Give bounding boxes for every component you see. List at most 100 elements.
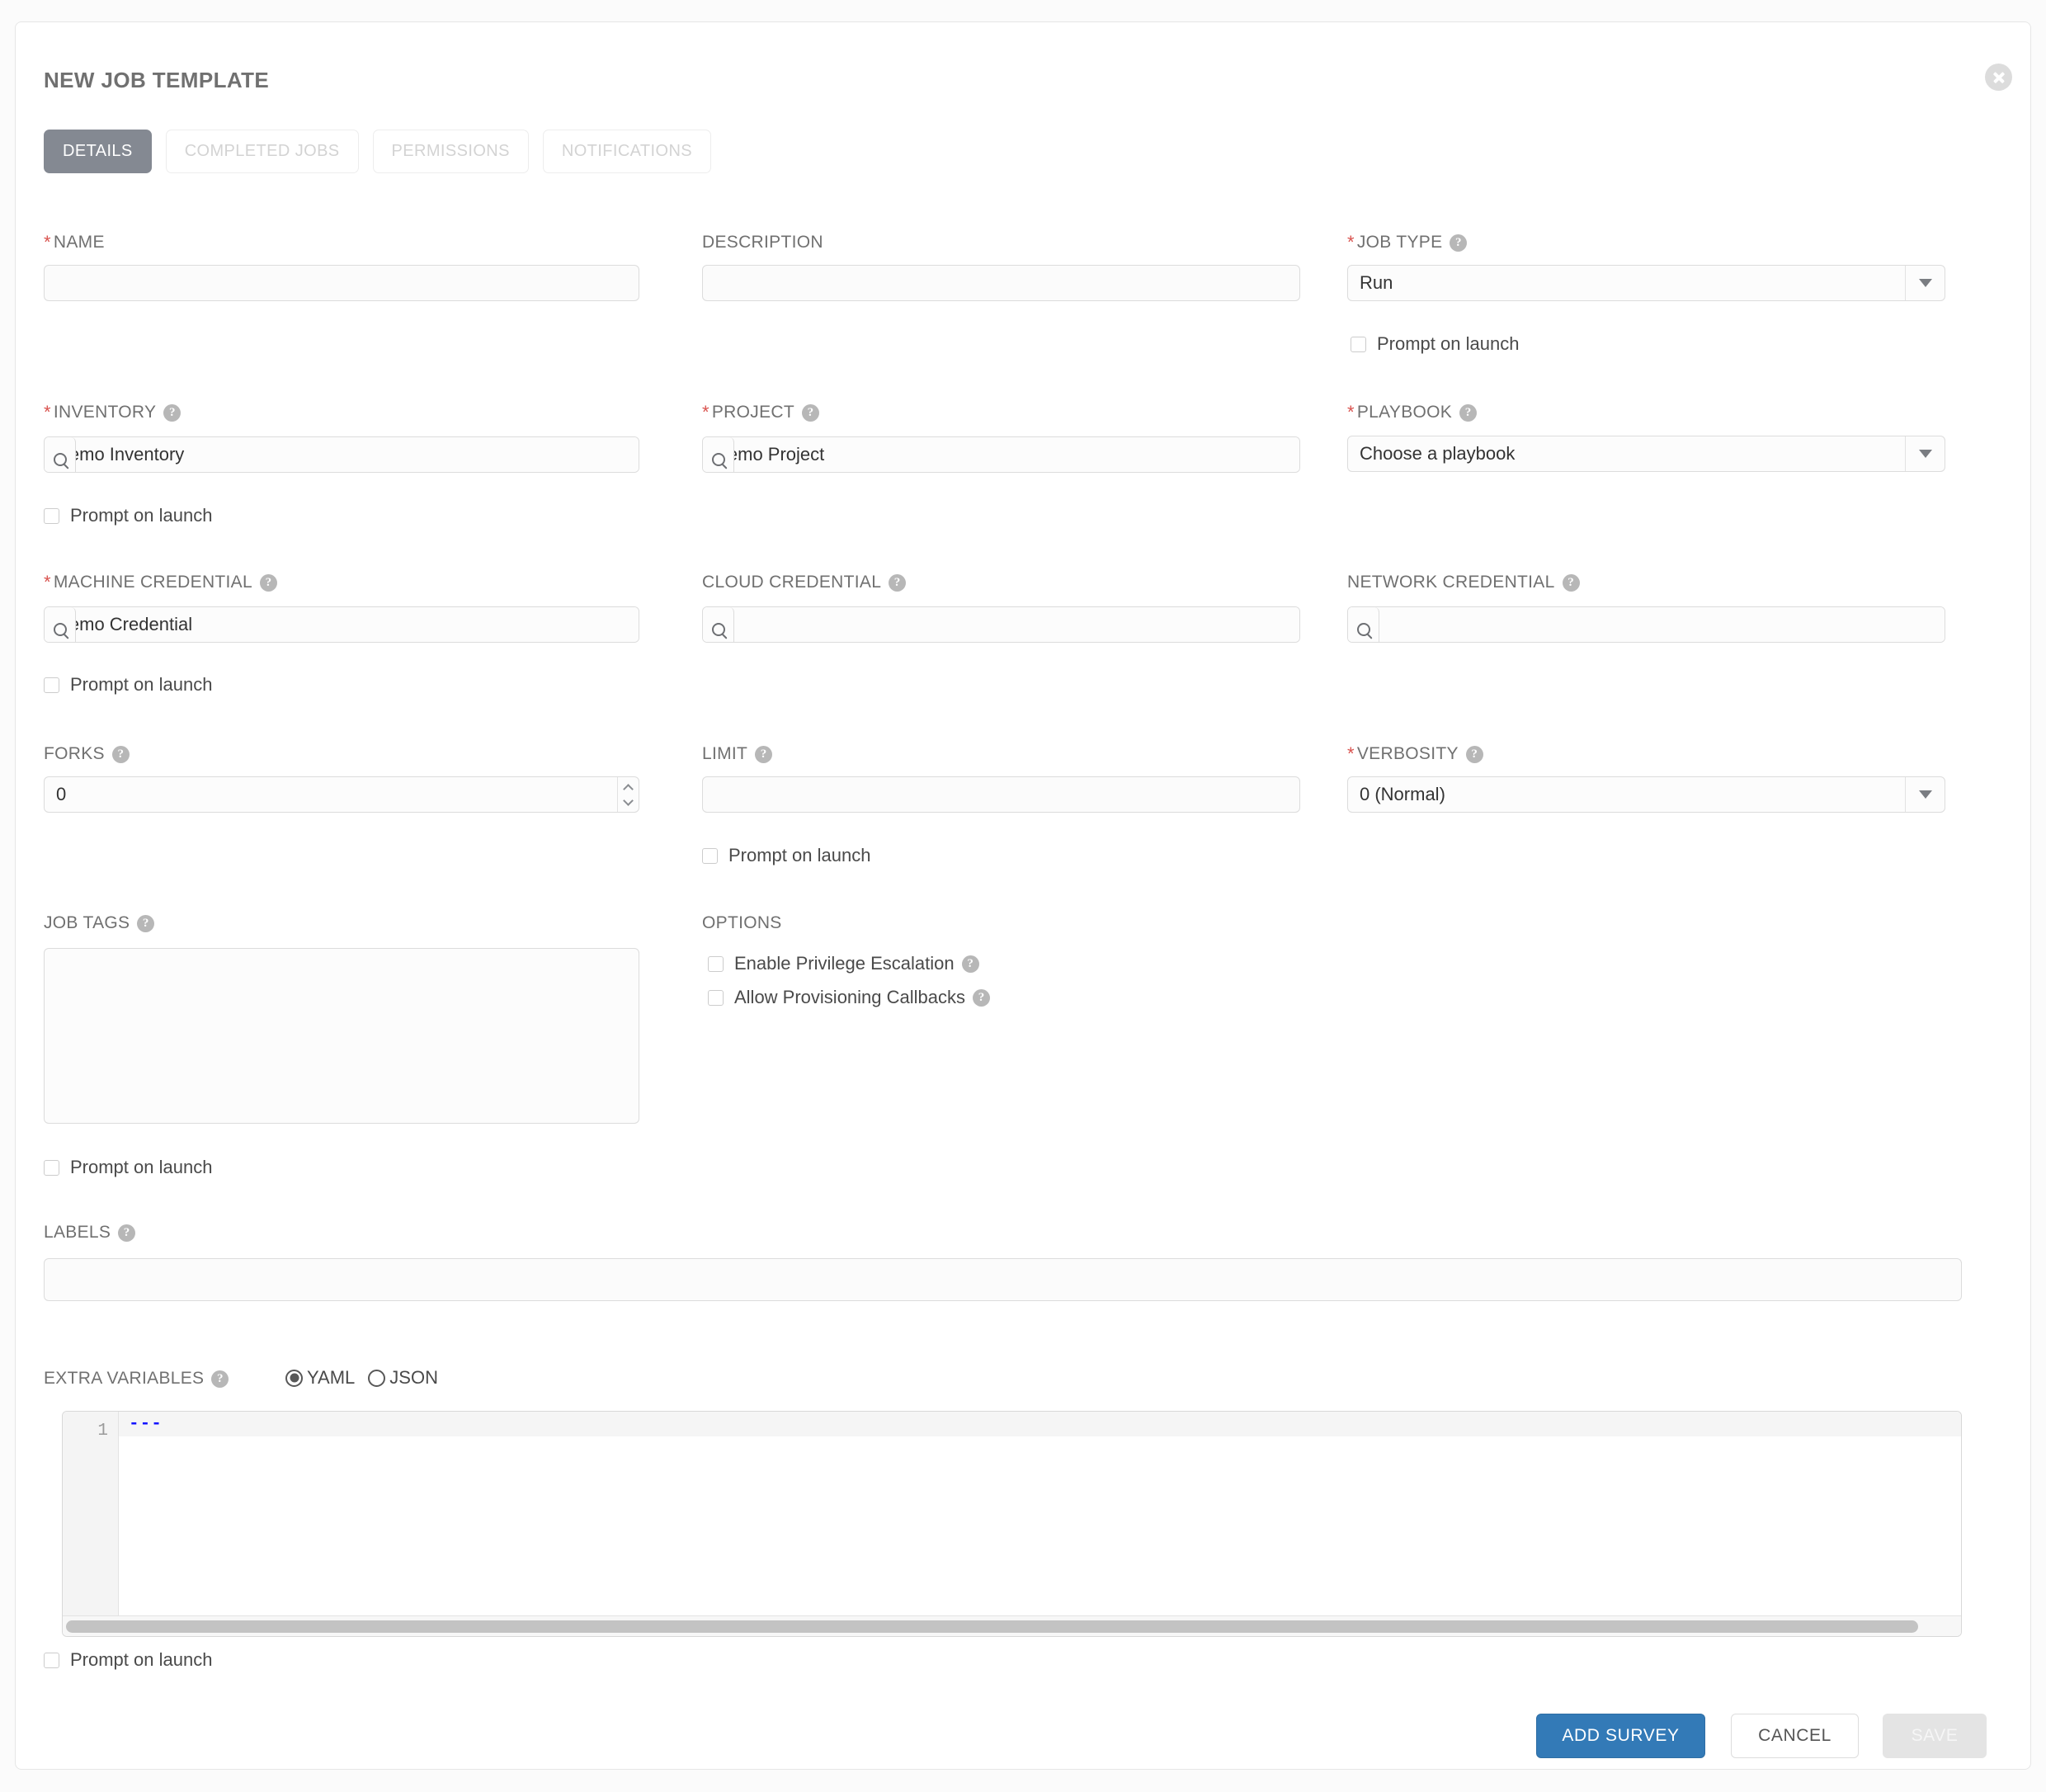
network-credential-lookup[interactable] — [1347, 606, 1945, 643]
radio-button — [285, 1369, 303, 1387]
inventory-lookup[interactable]: Demo Inventory — [44, 436, 639, 473]
tab-details[interactable]: DETAILS — [44, 130, 152, 173]
job-tags-textarea[interactable] — [44, 948, 639, 1124]
magnifier-icon[interactable] — [1348, 607, 1379, 642]
machine-credential-prompt-on-launch-checkbox[interactable]: Prompt on launch — [44, 674, 212, 696]
help-icon[interactable]: ? — [1465, 745, 1483, 763]
chevron-down-icon[interactable] — [1905, 266, 1945, 300]
help-icon[interactable]: ? — [1459, 403, 1478, 422]
magnifier-icon[interactable] — [703, 607, 734, 642]
machine-credential-lookup[interactable]: Demo Credential — [44, 606, 639, 643]
job-type-prompt-on-launch-checkbox[interactable]: Prompt on launch — [1351, 333, 1519, 355]
chevron-down-icon[interactable] — [1905, 777, 1945, 812]
tab-notifications[interactable]: NOTIFICATIONS — [542, 130, 712, 173]
required-asterisk: * — [702, 402, 710, 422]
required-asterisk: * — [1347, 402, 1355, 422]
checkbox-box — [44, 1652, 59, 1668]
checkbox-box — [708, 955, 724, 972]
cancel-button[interactable]: CANCEL — [1731, 1714, 1859, 1758]
project-label: * PROJECT ? — [702, 403, 819, 422]
labels-input[interactable] — [44, 1258, 1962, 1301]
help-icon[interactable]: ? — [961, 955, 979, 973]
description-label: DESCRIPTION — [702, 233, 823, 252]
checkbox-box — [44, 507, 59, 524]
job-type-label: * JOB TYPE ? — [1347, 232, 1468, 252]
limit-input[interactable] — [702, 776, 1300, 813]
inventory-prompt-on-launch-checkbox[interactable]: Prompt on launch — [44, 505, 212, 526]
extra-variables-prompt-on-launch-checkbox[interactable]: Prompt on launch — [44, 1649, 212, 1671]
options-label: OPTIONS — [702, 913, 782, 932]
help-icon[interactable]: ? — [973, 988, 991, 1007]
scrollbar-thumb[interactable] — [66, 1620, 1918, 1633]
help-icon[interactable]: ? — [755, 745, 773, 763]
limit-prompt-on-launch-checkbox[interactable]: Prompt on launch — [702, 845, 870, 866]
required-asterisk: * — [1347, 743, 1355, 764]
required-asterisk: * — [44, 232, 51, 252]
extra-variables-format-radios: YAML JSON — [285, 1367, 438, 1389]
project-lookup[interactable]: Demo Project — [702, 436, 1300, 473]
checkbox-box — [702, 847, 718, 864]
enable-privilege-escalation-checkbox[interactable]: Enable Privilege Escalation ? — [708, 953, 979, 974]
required-asterisk: * — [44, 402, 51, 422]
checkbox-box — [44, 1159, 59, 1176]
chevron-up-icon[interactable] — [623, 783, 634, 795]
cloud-credential-value — [703, 607, 1299, 642]
cloud-credential-lookup[interactable] — [702, 606, 1300, 643]
verbosity-select[interactable]: 0 (Normal) — [1347, 776, 1945, 813]
new-job-template-panel: NEW JOB TEMPLATE DETAILS COMPLETED JOBS … — [15, 21, 2031, 1770]
add-survey-button[interactable]: ADD SURVEY — [1536, 1714, 1705, 1758]
network-credential-value — [1348, 607, 1945, 642]
job-tags-prompt-on-launch-checkbox[interactable]: Prompt on launch — [44, 1157, 212, 1178]
radio-json[interactable]: JSON — [368, 1367, 438, 1389]
checkbox-box — [1351, 336, 1366, 352]
editor-code-area[interactable]: --- — [119, 1412, 1961, 1615]
help-icon[interactable]: ? — [889, 573, 907, 592]
help-icon[interactable]: ? — [163, 403, 182, 422]
limit-label: LIMIT ? — [702, 744, 773, 764]
playbook-select[interactable]: Choose a playbook — [1347, 436, 1945, 472]
radio-button — [368, 1369, 386, 1387]
checkbox-box — [708, 989, 724, 1006]
job-type-select[interactable]: Run — [1347, 265, 1945, 301]
help-icon[interactable]: ? — [118, 1224, 136, 1242]
extra-variables-editor[interactable]: 1 --- — [62, 1411, 1962, 1637]
forks-stepper[interactable]: 0 — [44, 776, 639, 813]
magnifier-icon[interactable] — [703, 437, 734, 472]
tab-bar: DETAILS COMPLETED JOBS PERMISSIONS NOTIF… — [44, 130, 712, 173]
verbosity-label: * VERBOSITY ? — [1347, 744, 1483, 764]
editor-horizontal-scrollbar[interactable] — [63, 1615, 1961, 1636]
job-type-value: Run — [1360, 272, 1393, 293]
magnifier-icon[interactable] — [45, 437, 76, 472]
description-input[interactable] — [702, 265, 1300, 301]
editor-line: --- — [119, 1412, 1961, 1436]
machine-credential-value: Demo Credential — [45, 607, 639, 642]
name-label: * NAME — [44, 232, 105, 252]
name-input[interactable] — [44, 265, 639, 301]
chevron-down-icon[interactable] — [623, 795, 634, 806]
help-icon[interactable]: ? — [111, 745, 130, 763]
tab-permissions[interactable]: PERMISSIONS — [372, 130, 529, 173]
stepper-arrows[interactable] — [617, 777, 639, 812]
help-icon[interactable]: ? — [1450, 233, 1468, 252]
help-icon[interactable]: ? — [211, 1370, 229, 1388]
editor-gutter: 1 — [63, 1412, 119, 1615]
help-icon[interactable]: ? — [801, 403, 819, 422]
checkbox-box — [44, 677, 59, 693]
forks-label: FORKS ? — [44, 744, 130, 764]
magnifier-icon[interactable] — [45, 607, 76, 642]
inventory-label: * INVENTORY ? — [44, 402, 182, 422]
radio-yaml[interactable]: YAML — [285, 1367, 355, 1389]
tab-completed-jobs[interactable]: COMPLETED JOBS — [165, 130, 359, 173]
required-asterisk: * — [1347, 232, 1355, 252]
close-circle-icon[interactable] — [1985, 64, 2012, 91]
chevron-down-icon[interactable] — [1905, 436, 1945, 471]
help-icon[interactable]: ? — [1562, 573, 1580, 592]
help-icon[interactable]: ? — [137, 914, 155, 932]
job-tags-label: JOB TAGS ? — [44, 913, 155, 933]
playbook-label: * PLAYBOOK ? — [1347, 402, 1478, 422]
help-icon[interactable]: ? — [259, 573, 277, 592]
cloud-credential-label: CLOUD CREDENTIAL ? — [702, 573, 907, 592]
allow-provisioning-callbacks-checkbox[interactable]: Allow Provisioning Callbacks ? — [708, 987, 991, 1008]
page-title: NEW JOB TEMPLATE — [44, 68, 270, 92]
playbook-value: Choose a playbook — [1360, 443, 1516, 464]
